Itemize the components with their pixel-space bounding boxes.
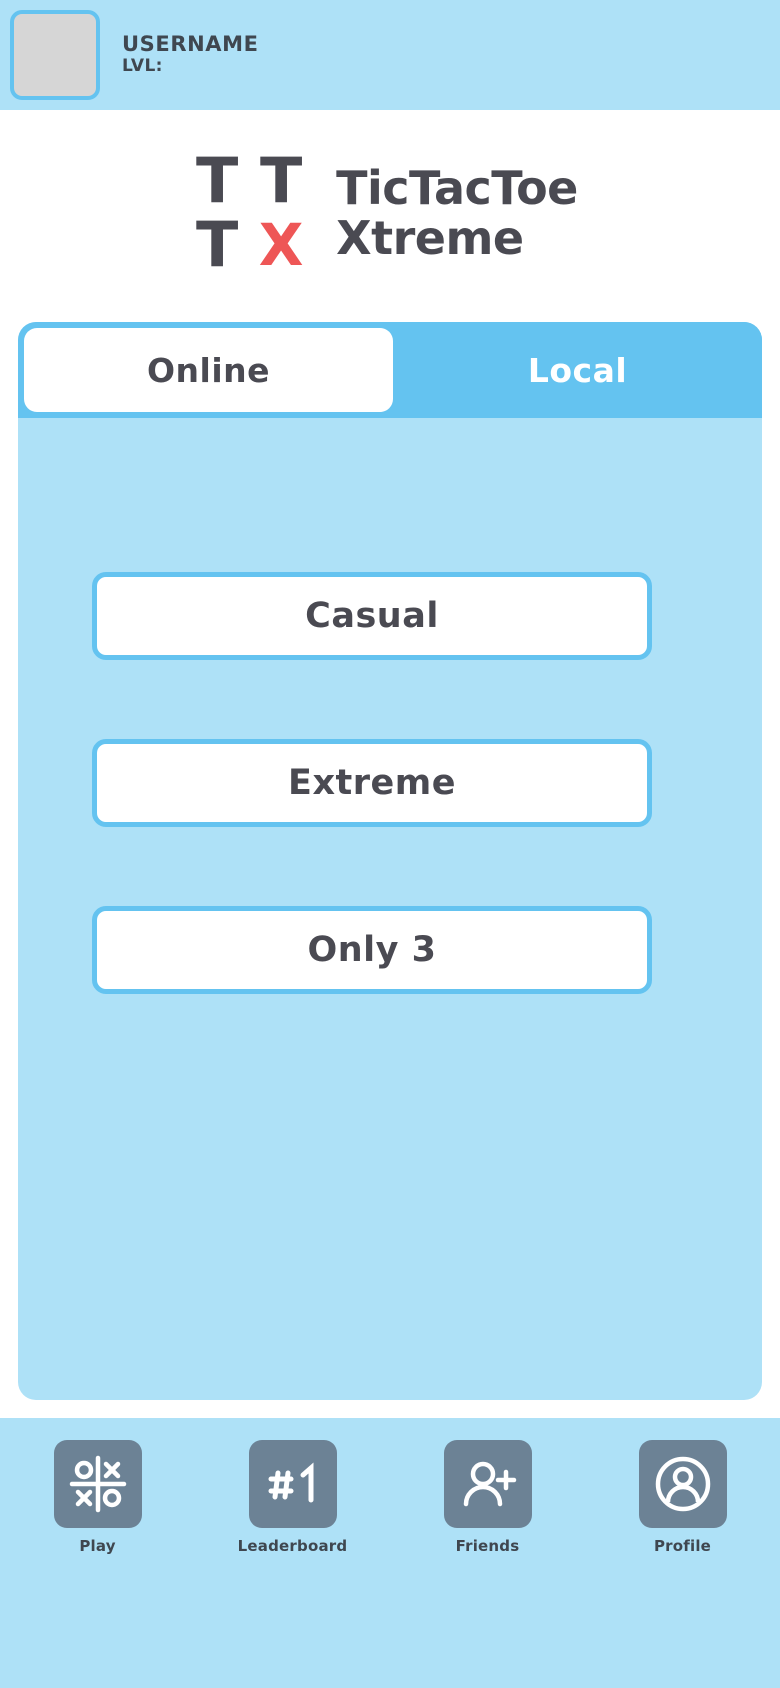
tab-local[interactable]: Local	[393, 322, 762, 418]
logo-mark-t3: T	[195, 207, 239, 281]
mode-button-casual[interactable]: Casual	[92, 572, 652, 660]
bottom-navigation: Play Leaderboard Friends Profile	[0, 1418, 780, 1688]
mode-button-extreme[interactable]: Extreme	[92, 739, 652, 827]
account-circle-icon	[638, 1440, 727, 1528]
tictactoe-grid-icon	[53, 1440, 142, 1528]
nav-label-leaderboard: Leaderboard	[237, 1537, 348, 1555]
logo-line-two: Xtreme	[336, 210, 524, 265]
header-text-group: USERNAME LVL:	[122, 32, 259, 77]
rank-number-one-icon	[248, 1440, 337, 1528]
avatar[interactable]	[10, 10, 100, 100]
profile-header: USERNAME LVL:	[0, 0, 780, 110]
main-panel: Online Local Casual Extreme Only 3	[18, 322, 762, 1400]
mode-tabs: Online Local	[18, 322, 762, 418]
nav-label-play: Play	[79, 1537, 116, 1555]
logo-section: T T T X TicTacToe Xtreme	[0, 110, 780, 315]
nav-label-profile: Profile	[653, 1537, 712, 1555]
logo-mark-grid: T T T X	[188, 143, 310, 281]
nav-item-play[interactable]: Play	[0, 1418, 195, 1555]
logo-mark-t2: T	[259, 143, 303, 217]
nav-item-profile[interactable]: Profile	[585, 1418, 780, 1555]
nav-item-leaderboard[interactable]: Leaderboard	[195, 1418, 390, 1555]
person-add-icon	[443, 1440, 532, 1528]
level-label: LVL:	[122, 56, 163, 77]
logo-mark-x-icon: X	[258, 210, 304, 279]
logo-wordmark: TicTacToe Xtreme	[336, 165, 578, 261]
game-mode-list: Casual Extreme Only 3	[92, 572, 652, 994]
mode-button-only3[interactable]: Only 3	[92, 906, 652, 994]
app-logo: T T T X TicTacToe Xtreme	[188, 143, 578, 281]
logo-mark-t1: T	[195, 143, 239, 217]
nav-item-friends[interactable]: Friends	[390, 1418, 585, 1555]
tab-online[interactable]: Online	[24, 328, 393, 412]
nav-label-friends: Friends	[455, 1537, 520, 1555]
logo-line-one: TicTacToe	[336, 160, 578, 215]
username-label: USERNAME	[122, 32, 259, 57]
